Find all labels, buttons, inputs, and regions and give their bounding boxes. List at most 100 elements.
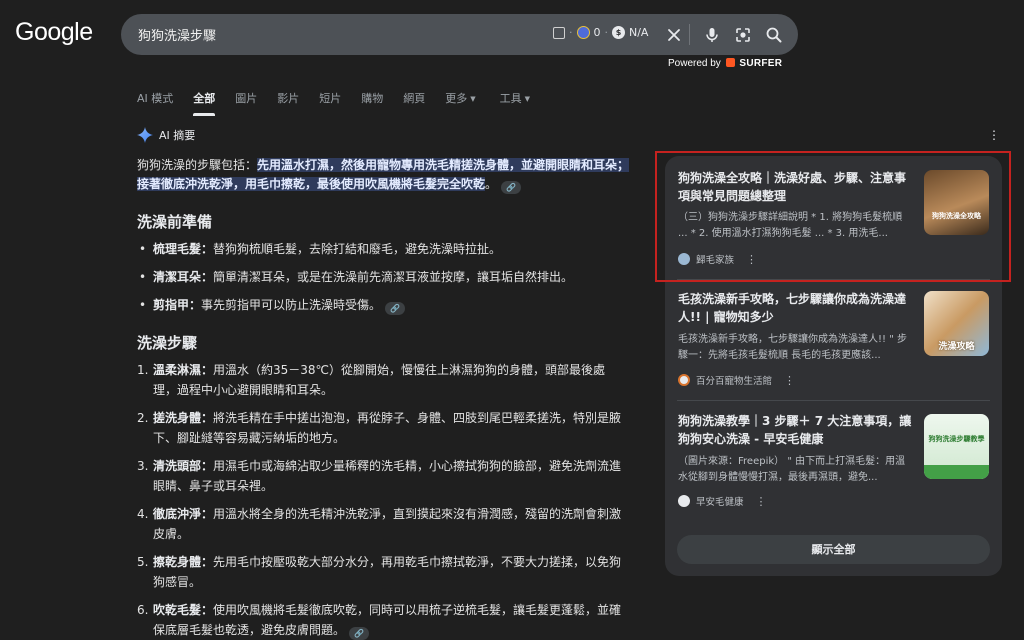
item-term: 徹底沖淨： — [153, 507, 214, 521]
item-text: 用濕毛巾或海綿沾取少量稀釋的洗毛精，小心擦拭狗狗的臉部，避免洗劑流進眼睛、鼻子或… — [153, 459, 622, 493]
list-item: 3. 清洗頭部：用濕毛巾或海綿沾取少量稀釋的洗毛精，小心擦拭狗狗的臉部，避免洗劑流… — [137, 456, 627, 496]
list-item: 梳理毛髮：替狗狗梳順毛髮，去除打結和廢毛，避免洗澡時拉扯。 — [137, 241, 627, 258]
item-number: 4. — [137, 507, 149, 521]
tab-images[interactable]: 圖片 — [235, 90, 257, 116]
tab-label: 購物 — [361, 92, 384, 105]
list-item: 2. 搓洗身體：將洗毛精在手中搓出泡泡，再從脖子、身體、四肢到尾巴輕柔搓洗，特別是… — [137, 408, 627, 448]
steps-heading: 洗澡步驟 — [137, 334, 198, 352]
link-icon[interactable]: 🔗 — [385, 302, 406, 315]
item-text: 先用毛巾按壓吸乾大部分水分，再用乾毛巾擦拭乾淨，不要大力搓揉，以免狗狗感冒。 — [153, 555, 622, 589]
more-options-icon[interactable]: ⋮ — [988, 128, 1000, 142]
search-bar[interactable]: 狗狗洗澡步驟 · 0 · $ N/A — [121, 14, 798, 55]
item-term: 清洗頭部： — [153, 459, 214, 473]
item-number: 5. — [137, 555, 149, 569]
intro-text: 狗狗洗澡的步驟包括： — [137, 158, 258, 172]
site-name: 百分百寵物生活館 — [696, 376, 773, 387]
source-site[interactable]: 百分百寵物生活館 ⋮ — [678, 373, 795, 387]
search-icon[interactable] — [765, 26, 783, 44]
tab-label: 網頁 — [403, 92, 426, 105]
more-options-icon[interactable]: ⋮ — [784, 374, 795, 387]
item-text: 事先剪指甲可以防止洗澡時受傷。 — [201, 298, 382, 312]
tab-tools[interactable]: 工具 ▼ — [500, 90, 530, 116]
item-text: 簡單清潔耳朵，或是在洗澡前先滴潔耳液並按摩，讓耳垢自然排出。 — [213, 270, 574, 284]
highlight-frame — [655, 151, 1011, 282]
list-item: 剪指甲：事先剪指甲可以防止洗澡時受傷。🔗 — [137, 297, 627, 315]
ai-overview-title: AI 摘要 — [159, 129, 196, 142]
intro-end: 。 — [485, 177, 498, 191]
item-text: 用溫水將全身的洗毛精沖洗乾淨，直到摸起來沒有滑潤感，殘留的洗劑會刺激皮膚。 — [153, 507, 622, 541]
search-input[interactable]: 狗狗洗澡步驟 — [138, 25, 216, 44]
divider — [689, 24, 690, 45]
tab-label: AI 模式 — [137, 92, 174, 105]
item-number: 2. — [137, 411, 149, 425]
surfer-extension-metrics: · 0 · $ N/A — [553, 26, 648, 39]
powered-by-surfer[interactable]: Powered by SURFER — [668, 58, 782, 69]
more-options-icon[interactable]: ⋮ — [756, 495, 767, 508]
caret-down-icon: ▼ — [470, 95, 476, 103]
show-all-button[interactable]: 顯示全部 — [677, 535, 990, 564]
powered-by-label: Powered by — [668, 58, 721, 69]
checkbox-icon[interactable] — [553, 26, 565, 39]
source-thumbnail[interactable]: 洗澡攻略 — [924, 291, 989, 356]
item-term: 梳理毛髮： — [153, 242, 214, 256]
google-logo[interactable]: Google — [15, 18, 93, 47]
source-title[interactable]: 毛孩洗澡新手攻略，七步驟讓你成為洗澡達人!! | 寵物知多少 — [678, 290, 914, 326]
caret-down-icon: ▼ — [524, 95, 531, 103]
tab-label: 工具 — [499, 92, 522, 105]
tab-label: 全部 — [193, 92, 216, 105]
divider — [677, 400, 990, 401]
tab-short-videos[interactable]: 短片 — [319, 90, 341, 116]
source-thumbnail[interactable]: 狗狗洗澡步驟教學 — [924, 414, 989, 479]
source-snippet: （圖片來源：Freepik） " 由下而上打濕毛髮：用溫水從腳到身體慢慢打濕，最… — [678, 456, 906, 483]
tab-label: 更多 — [445, 92, 468, 105]
ai-overview-header: AI 摘要 — [137, 127, 195, 143]
thumbnail-text: 狗狗洗澡步驟教學 — [928, 435, 985, 443]
list-item: 清潔耳朵：簡單清潔耳朵，或是在洗澡前先滴潔耳液並按摩，讓耳垢自然排出。 — [137, 269, 627, 286]
source-site[interactable]: 早安毛健康 ⋮ — [678, 494, 767, 508]
thumbnail-band — [924, 465, 989, 479]
tab-label: 短片 — [319, 92, 342, 105]
source-snippet: 毛孩洗澡新手攻略，七步驟讓你成為洗澡達人!! " 步驟一：先將毛孩毛髮梳順 長毛… — [678, 334, 907, 361]
dollar-icon: $ — [612, 26, 625, 39]
close-icon[interactable] — [665, 26, 683, 44]
ext-count: 0 — [593, 26, 601, 39]
list-item: 6. 吹乾毛髮：使用吹風機將毛髮徹底吹乾，同時可以用梳子逆梳毛髮，讓毛髮更蓬鬆，並… — [137, 600, 627, 640]
steps-list: 1. 溫柔淋濕：用溫水（約35－38℃）從腳開始，慢慢往上淋濕狗狗的身體，頭部最後… — [137, 360, 627, 640]
prep-heading: 洗澡前準備 — [137, 213, 213, 231]
site-favicon-icon — [678, 374, 690, 386]
item-term: 清潔耳朵： — [153, 270, 214, 284]
source-title[interactable]: 狗狗洗澡教學｜3 步驟＋ 7 大注意事項，讓狗狗安心洗澡 - 早安毛健康 — [678, 412, 914, 448]
link-icon[interactable]: 🔗 — [349, 627, 370, 640]
item-number: 1. — [137, 363, 149, 377]
item-term: 擦乾身體： — [153, 555, 214, 569]
list-item: 1. 溫柔淋濕：用溫水（約35－38℃）從腳開始，慢慢往上淋濕狗狗的身體，頭部最後… — [137, 360, 627, 400]
globe-icon — [576, 26, 590, 39]
item-term: 剪指甲： — [153, 298, 202, 312]
ext-na: N/A — [629, 26, 649, 39]
item-text: 用溫水（約35－38℃）從腳開始，慢慢往上淋濕狗狗的身體，頭部最後處理，過程中小… — [153, 363, 606, 397]
item-text: 將洗毛精在手中搓出泡泡，再從脖子、身體、四肢到尾巴輕柔搓洗，特別是腋下、腳趾縫等… — [153, 411, 622, 445]
item-number: 3. — [137, 459, 149, 473]
list-item: 4. 徹底沖淨：用溫水將全身的洗毛精沖洗乾淨，直到摸起來沒有滑潤感，殘留的洗劑會刺… — [137, 504, 627, 544]
lens-icon[interactable] — [734, 26, 752, 44]
prep-list: 梳理毛髮：替狗狗梳順毛髮，去除打結和廢毛，避免洗澡時拉扯。 清潔耳朵：簡單清潔耳… — [137, 241, 627, 326]
item-term: 溫柔淋濕： — [153, 363, 214, 377]
search-tabs: AI 模式 全部 圖片 影片 短片 購物 網頁 更多 ▼ 工具 ▼ — [137, 90, 550, 116]
site-favicon-icon — [678, 495, 690, 507]
site-name: 早安毛健康 — [696, 497, 744, 508]
ai-overview-intro: 狗狗洗澡的步驟包括：先用溫水打濕，然後用寵物專用洗毛精搓洗身體，並避開眼睛和耳朵… — [137, 156, 637, 194]
surfer-label: SURFER — [739, 58, 783, 69]
item-text: 使用吹風機將毛髮徹底吹乾，同時可以用梳子逆梳毛髮，讓毛髮更蓬鬆，並確保底層毛髮也… — [153, 603, 622, 637]
link-icon[interactable]: 🔗 — [501, 181, 522, 194]
tab-web[interactable]: 網頁 — [403, 90, 425, 116]
tab-all[interactable]: 全部 — [193, 90, 216, 116]
tab-ai-mode[interactable]: AI 模式 — [137, 90, 173, 116]
tab-shopping[interactable]: 購物 — [361, 90, 383, 116]
item-number: 6. — [137, 603, 149, 617]
item-term: 搓洗身體： — [153, 411, 214, 425]
microphone-icon[interactable] — [703, 26, 721, 44]
item-term: 吹乾毛髮： — [153, 603, 214, 617]
tab-label: 影片 — [277, 92, 300, 105]
tab-videos[interactable]: 影片 — [277, 90, 299, 116]
tab-more[interactable]: 更多 ▼ — [445, 90, 475, 116]
